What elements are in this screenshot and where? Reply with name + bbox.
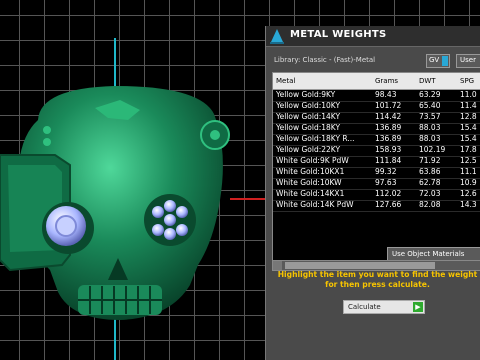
rivet-icon: [43, 126, 51, 134]
scrollbar-thumb[interactable]: [285, 262, 435, 269]
calculate-button[interactable]: Calculate ▶: [343, 300, 425, 314]
table-header: Metal Grams DWT SPG: [273, 73, 480, 90]
column-header-metal[interactable]: Metal: [276, 77, 295, 85]
help-text: Highlight the item you want to find the …: [277, 270, 478, 289]
right-eye-gem: [176, 224, 188, 236]
table-row[interactable]: White Gold:14K PdW 127.66 82.08 14.3: [273, 200, 480, 212]
right-eye-gem: [164, 200, 176, 212]
user-value: User: [460, 56, 476, 64]
metal-table[interactable]: Metal Grams DWT SPG Yellow Gold:9KY 98.4…: [272, 72, 480, 262]
metal-weights-panel: METAL WEIGHTS Library: Classic - (Fast)-…: [265, 26, 480, 360]
use-object-materials-label: Use Object Materials: [392, 250, 465, 258]
scale-icon: [270, 29, 284, 44]
panel-title: METAL WEIGHTS: [290, 29, 387, 40]
panel-titlebar: METAL WEIGHTS: [266, 26, 480, 47]
unit-value: GV: [429, 56, 440, 64]
skull-model[interactable]: [0, 80, 240, 330]
right-eye-gem: [164, 228, 176, 240]
unit-dropdown[interactable]: GV: [426, 54, 450, 68]
right-eye-gem: [152, 206, 164, 218]
column-header-grams[interactable]: Grams: [375, 77, 398, 85]
use-object-materials-dropdown[interactable]: Use Object Materials: [387, 247, 480, 261]
scroll-left-arrow-icon[interactable]: [273, 261, 282, 270]
library-label: Library: Classic - (Fast)-Metal: [274, 56, 376, 64]
left-eye-dial: [55, 215, 77, 237]
chevron-down-icon: [442, 56, 448, 66]
column-header-dwt[interactable]: DWT: [419, 77, 436, 85]
play-icon: ▶: [413, 302, 423, 312]
calculate-label: Calculate: [348, 303, 381, 311]
right-eye-gem: [164, 214, 176, 226]
column-header-spg[interactable]: SPG: [460, 77, 474, 85]
rivet-icon: [43, 138, 51, 146]
right-eye-gem: [176, 206, 188, 218]
user-dropdown[interactable]: User: [456, 54, 480, 68]
side-gear-hub: [210, 130, 220, 140]
right-eye-gem: [152, 224, 164, 236]
